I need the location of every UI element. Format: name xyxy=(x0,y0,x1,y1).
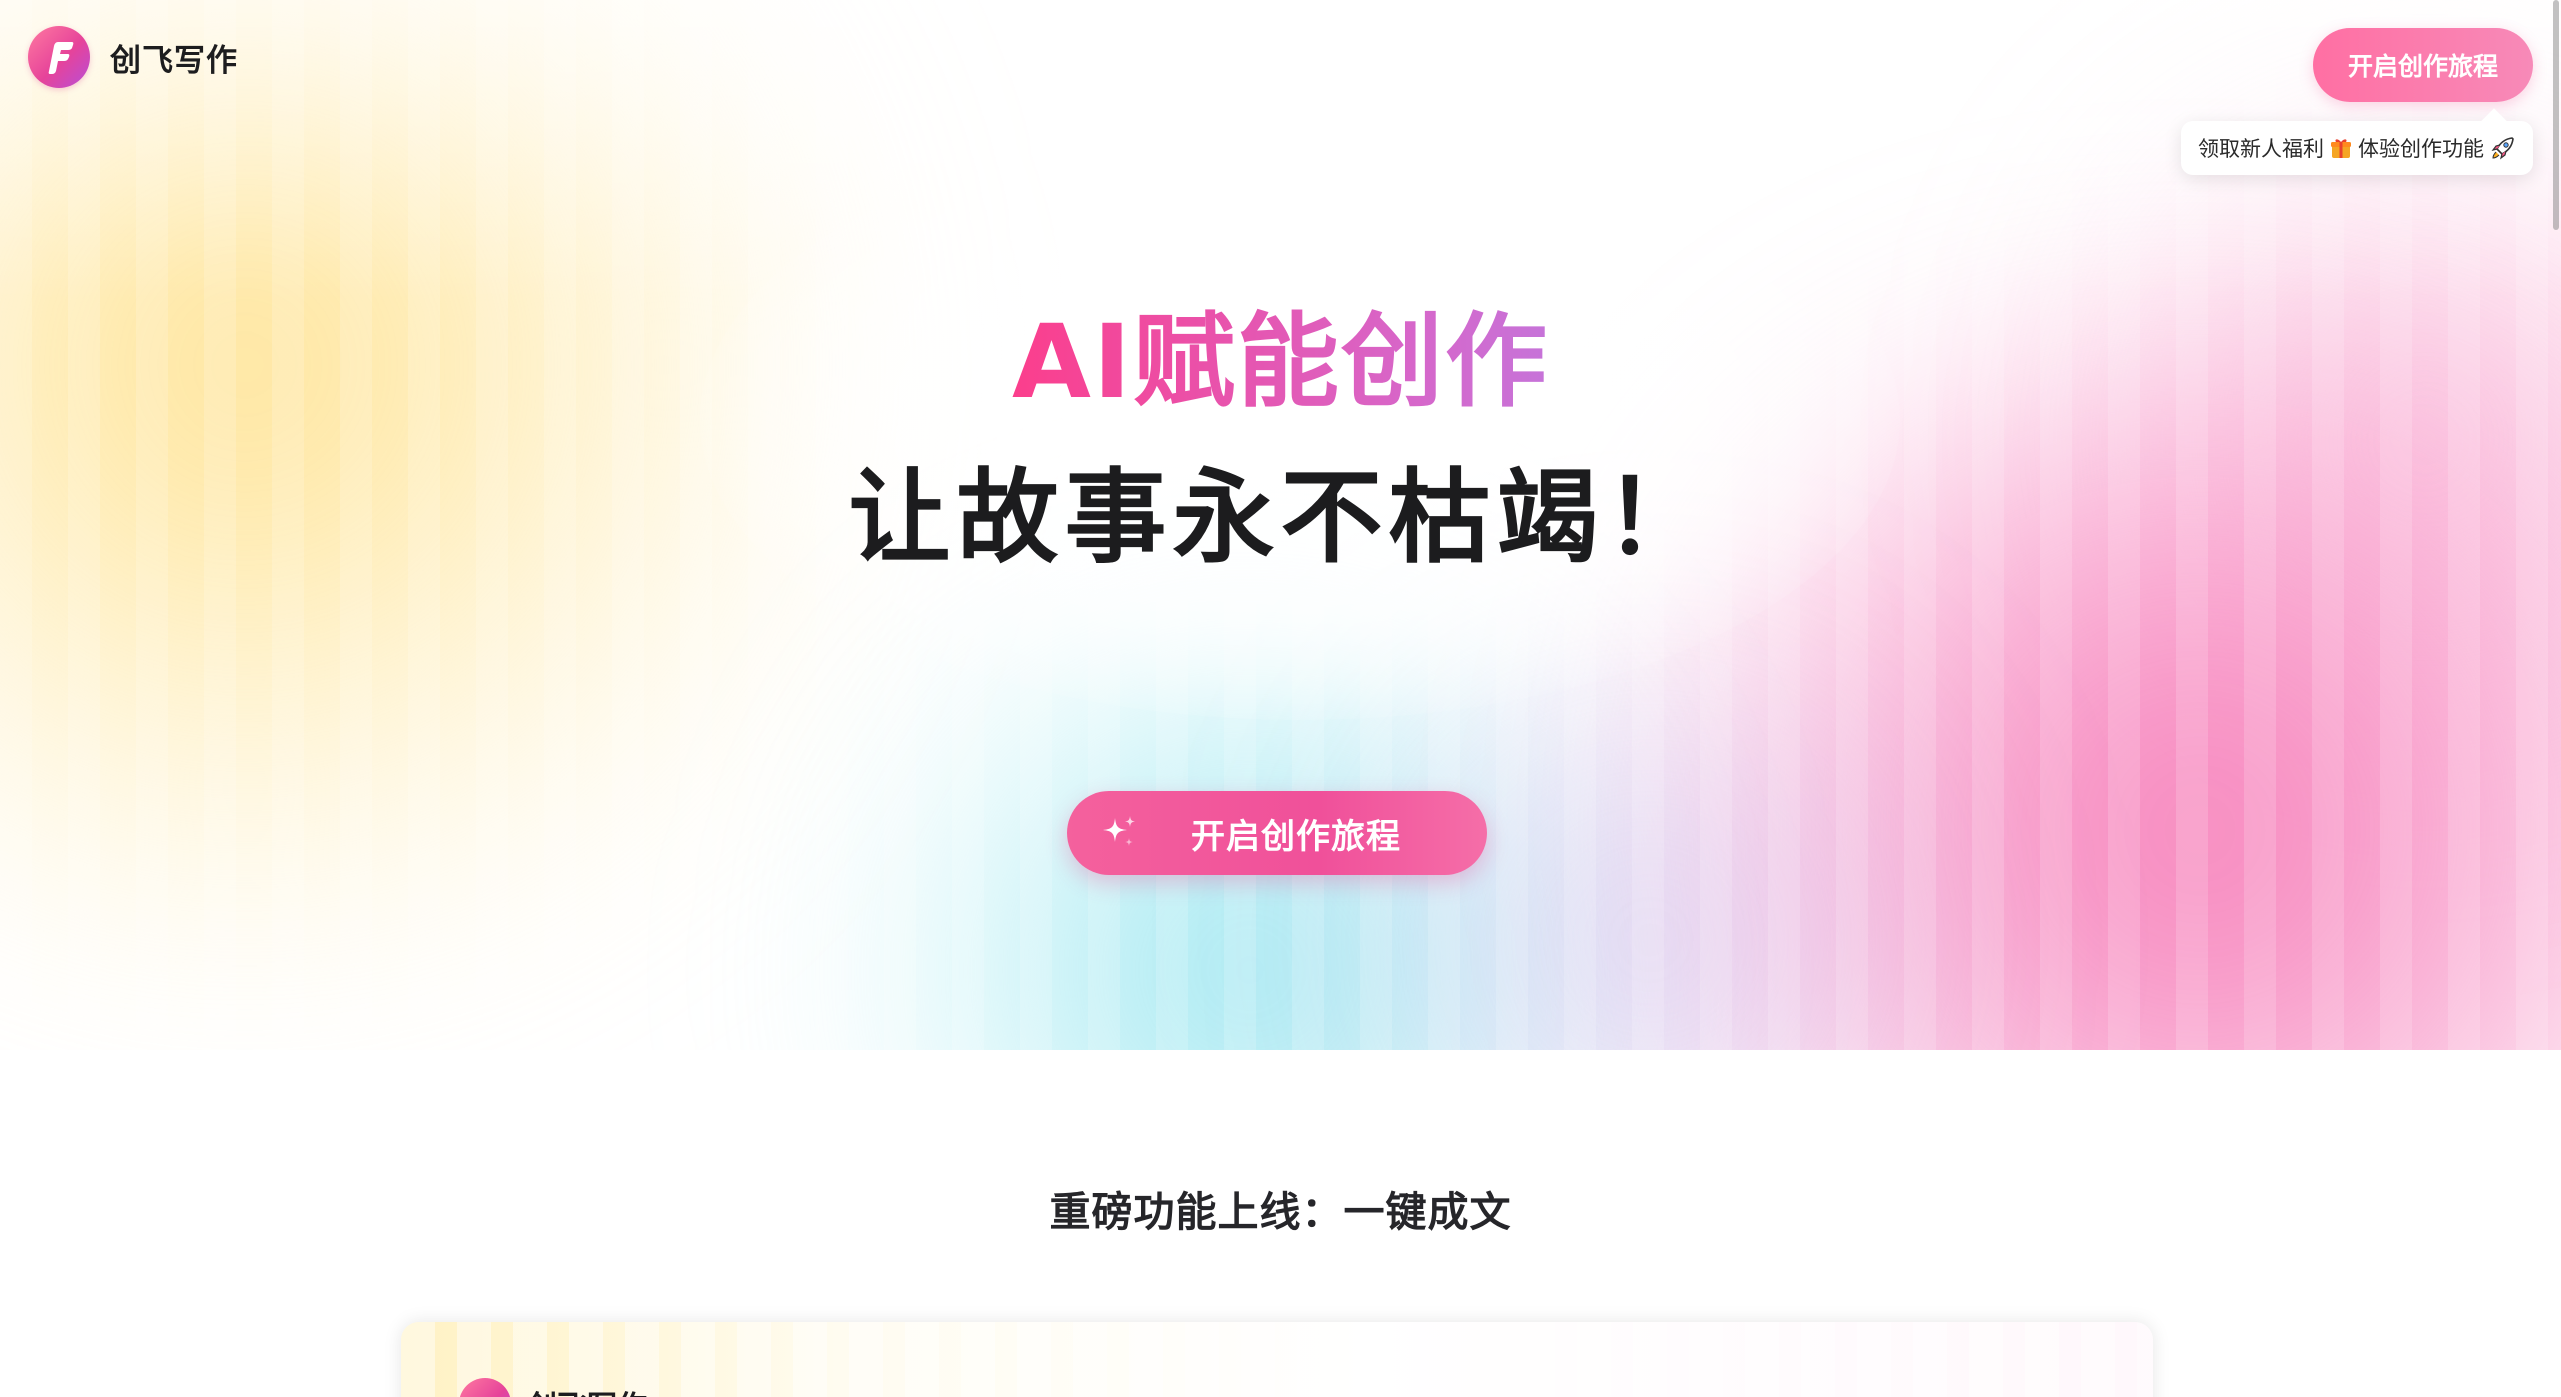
hero-headline: AI赋能创作 xyxy=(0,298,2561,428)
hero-cta-label: 开启创作旅程 xyxy=(1191,816,1401,857)
brand[interactable]: 创飞写作 xyxy=(28,26,238,88)
tooltip-text-after: 体验创作功能 xyxy=(2358,137,2484,161)
gift-icon xyxy=(2331,139,2351,158)
new-user-benefit-tooltip[interactable]: 领取新人福利 体验创作功能 xyxy=(2181,108,2533,175)
scrollbar-thumb[interactable] xyxy=(2553,0,2559,230)
hero-subheadline: 让故事永不枯竭！ xyxy=(848,459,1713,578)
f-letter-logo-icon xyxy=(28,26,90,88)
preview-brand: 创飞写作 xyxy=(459,1378,647,1397)
preview-brand-name: 创飞写作 xyxy=(527,1382,647,1397)
feature-preview-card: 创飞写作 xyxy=(401,1322,2153,1397)
preview-logo-icon xyxy=(459,1378,511,1397)
sparkle-icon xyxy=(1103,816,1135,846)
tooltip-text-before: 领取新人福利 xyxy=(2198,137,2324,161)
landing-page: 创飞写作 开启创作旅程 领取新人福利 体验创作功能 AI赋能创作 让故事永不枯竭… xyxy=(0,0,2561,1397)
start-creation-button[interactable]: 开启创作旅程 xyxy=(2313,28,2533,102)
hero-start-creation-button[interactable]: 开启创作旅程 xyxy=(1067,791,1487,875)
brand-name: 创飞写作 xyxy=(110,42,238,79)
preview-background xyxy=(401,1322,2153,1397)
rocket-icon xyxy=(2491,137,2514,160)
top-fade xyxy=(0,0,2561,300)
logo-glyph xyxy=(48,42,74,74)
feature-section-title: 重磅功能上线：一键成文 xyxy=(1049,1188,1512,1236)
